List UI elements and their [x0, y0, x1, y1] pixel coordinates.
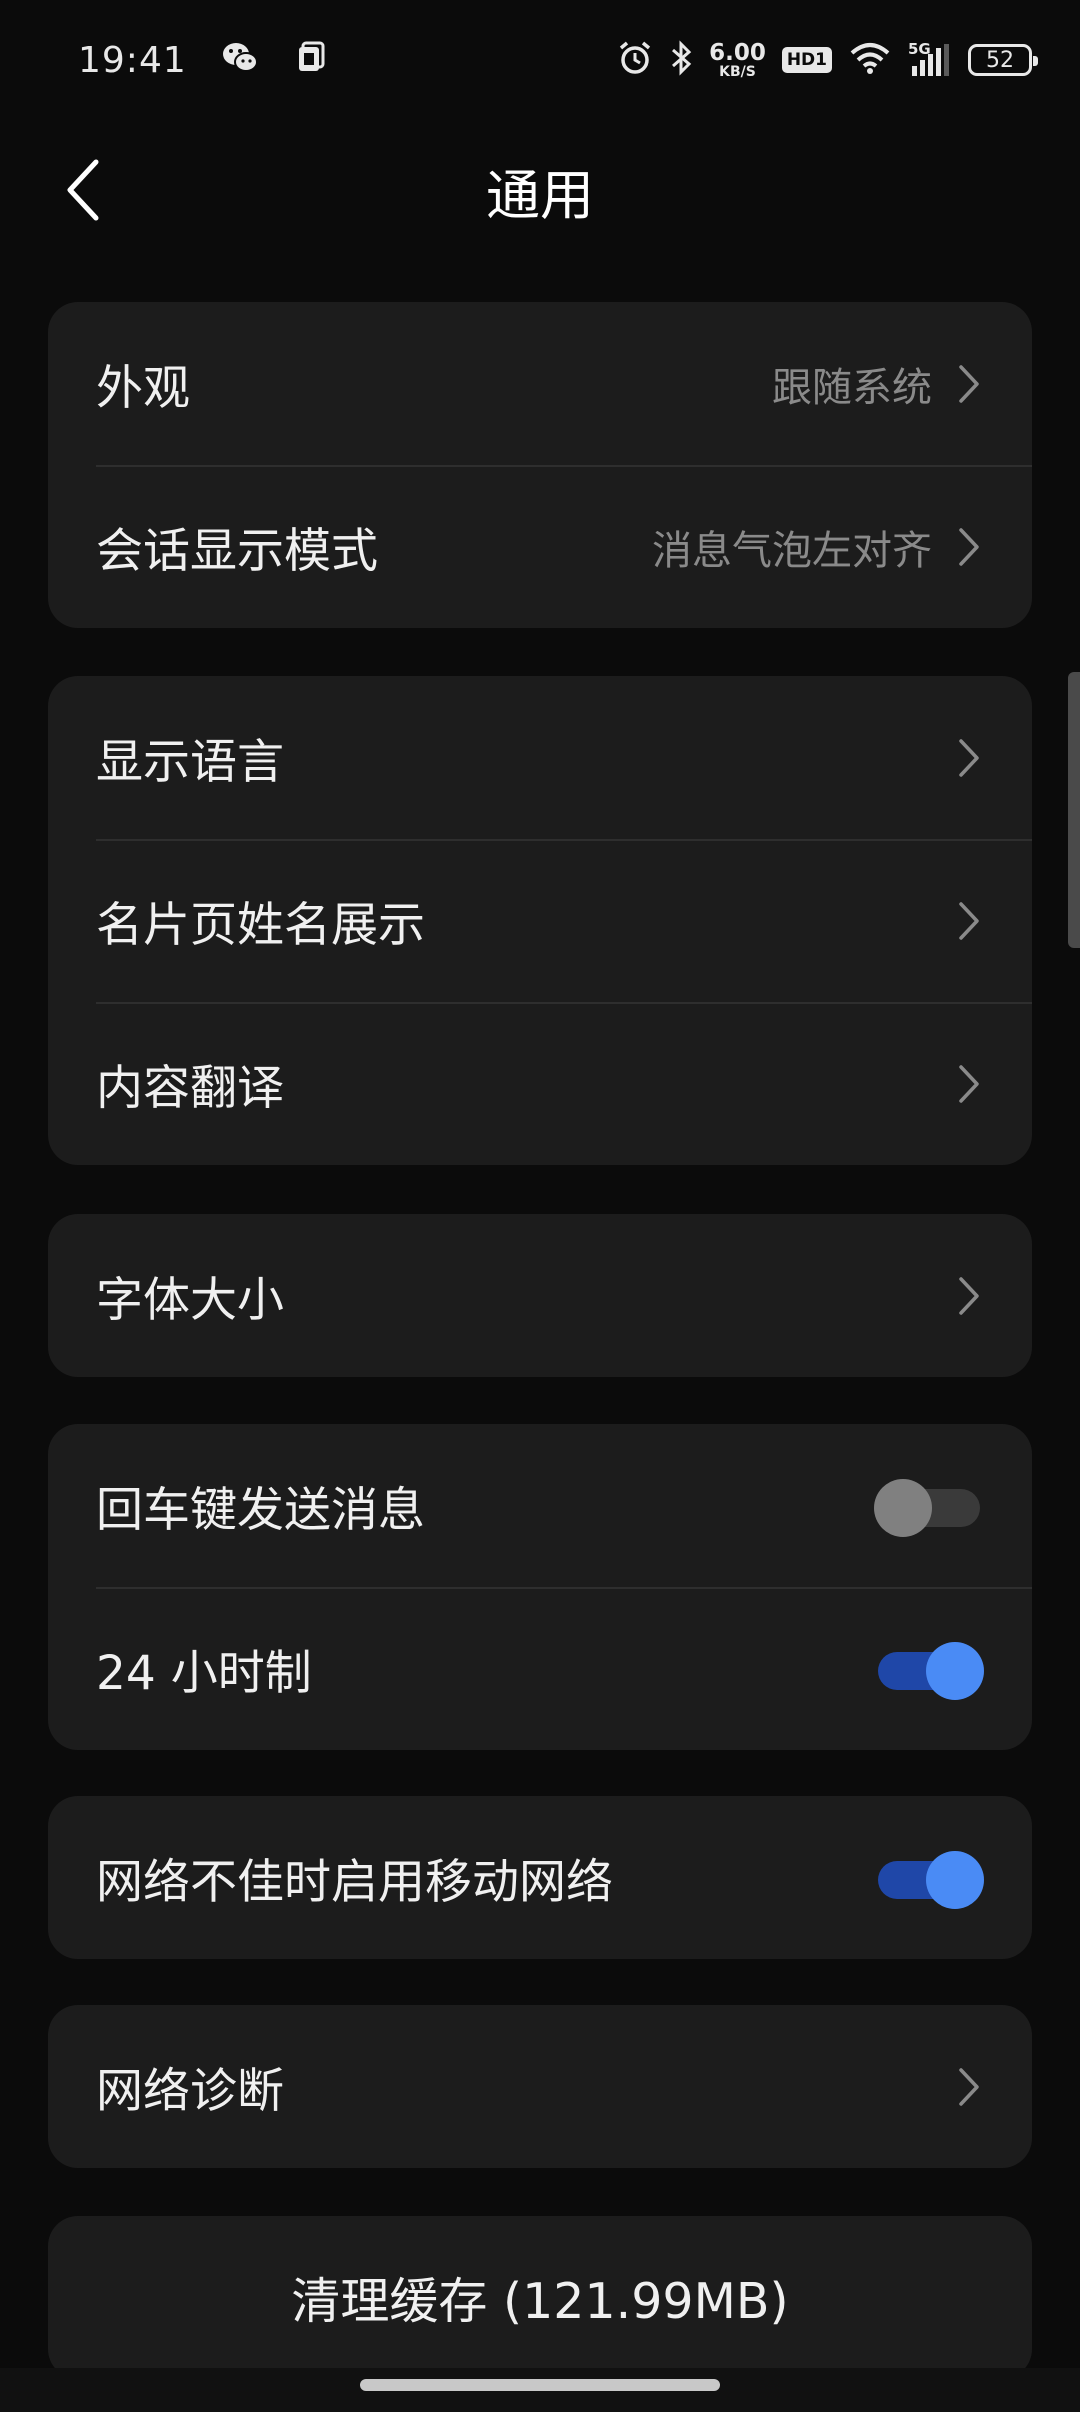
toggle-knob	[926, 1641, 984, 1700]
network-type-label: 5G	[908, 40, 931, 58]
card-name-display-row[interactable]: 名片页姓名展示	[48, 839, 1032, 1002]
enter-to-send-toggle[interactable]	[874, 1476, 984, 1537]
chevron-right-icon	[954, 898, 984, 944]
time-24h-row: 24 小时制	[48, 1587, 1032, 1750]
enter-to-send-label: 回车键发送消息	[96, 1483, 425, 1538]
chat-mode-row[interactable]: 会话显示模式 消息气泡左对齐	[48, 465, 1032, 628]
status-bar: 19:41 6.00 KB/S HD1 5G 52	[0, 0, 1080, 120]
page-title: 通用	[486, 163, 594, 227]
back-arrow-icon	[67, 159, 99, 221]
network-diagnosis-row[interactable]: 网络诊断	[48, 2005, 1032, 2168]
mobile-network-toggle[interactable]	[874, 1848, 984, 1909]
appearance-value: 跟随系统	[772, 364, 932, 411]
phone-clipboard-icon	[293, 41, 327, 79]
network-speed: 6.00 KB/S	[709, 39, 766, 80]
clear-cache-button[interactable]: 清理缓存 (121.99MB)	[48, 2216, 1032, 2379]
clear-cache-label: 清理缓存 (121.99MB)	[291, 2273, 789, 2330]
chevron-right-icon	[954, 2064, 984, 2110]
scrollbar[interactable]	[1068, 672, 1080, 948]
network-diagnosis-card: 网络诊断	[48, 2005, 1032, 2168]
top-bar: 通用	[0, 130, 1080, 250]
home-indicator[interactable]	[360, 2379, 720, 2391]
wechat-icon	[221, 41, 259, 79]
network-diagnosis-label: 网络诊断	[96, 2064, 284, 2119]
status-time: 19:41	[78, 39, 187, 81]
toggle-knob	[926, 1850, 984, 1909]
network-speed-value: 6.00	[709, 39, 766, 66]
mobile-network-label: 网络不佳时启用移动网络	[96, 1855, 613, 1910]
chat-mode-value: 消息气泡左对齐	[652, 527, 932, 574]
chat-mode-label: 会话显示模式	[96, 524, 378, 579]
content-translation-row[interactable]: 内容翻译	[48, 1002, 1032, 1165]
toggles-card: 回车键发送消息 24 小时制	[48, 1424, 1032, 1750]
bluetooth-icon	[669, 40, 693, 80]
font-size-row[interactable]: 字体大小	[48, 1214, 1032, 1377]
back-button[interactable]	[48, 154, 120, 226]
language-card: 显示语言 名片页姓名展示 内容翻译	[48, 676, 1032, 1165]
display-language-label: 显示语言	[96, 735, 284, 790]
time-24h-toggle[interactable]	[874, 1639, 984, 1700]
mobile-network-row: 网络不佳时启用移动网络	[48, 1796, 1032, 1959]
display-language-row[interactable]: 显示语言	[48, 676, 1032, 839]
content-translation-label: 内容翻译	[96, 1061, 284, 1116]
battery-level: 52	[986, 47, 1014, 73]
appearance-card: 外观 跟随系统 会话显示模式 消息气泡左对齐	[48, 302, 1032, 628]
wifi-icon	[848, 41, 892, 79]
chevron-right-icon	[954, 1061, 984, 1107]
appearance-row[interactable]: 外观 跟随系统	[48, 302, 1032, 465]
appearance-label: 外观	[96, 361, 190, 416]
chevron-right-icon	[954, 735, 984, 781]
chevron-right-icon	[954, 524, 984, 570]
alarm-icon	[617, 40, 653, 80]
battery-icon: 52	[968, 44, 1038, 76]
font-size-label: 字体大小	[96, 1273, 284, 1328]
enter-to-send-row: 回车键发送消息	[48, 1424, 1032, 1587]
signal-icon: 5G	[908, 40, 952, 78]
hd-badge: HD1	[781, 47, 832, 73]
clear-cache-card: 清理缓存 (121.99MB)	[48, 2216, 1032, 2379]
font-size-card: 字体大小	[48, 1214, 1032, 1377]
mobile-network-card: 网络不佳时启用移动网络	[48, 1796, 1032, 1959]
chevron-right-icon	[954, 361, 984, 407]
network-speed-unit: KB/S	[719, 63, 756, 80]
chevron-right-icon	[954, 1273, 984, 1319]
card-name-display-label: 名片页姓名展示	[96, 898, 425, 953]
toggle-knob	[874, 1478, 932, 1537]
time-24h-label: 24 小时制	[96, 1646, 312, 1701]
